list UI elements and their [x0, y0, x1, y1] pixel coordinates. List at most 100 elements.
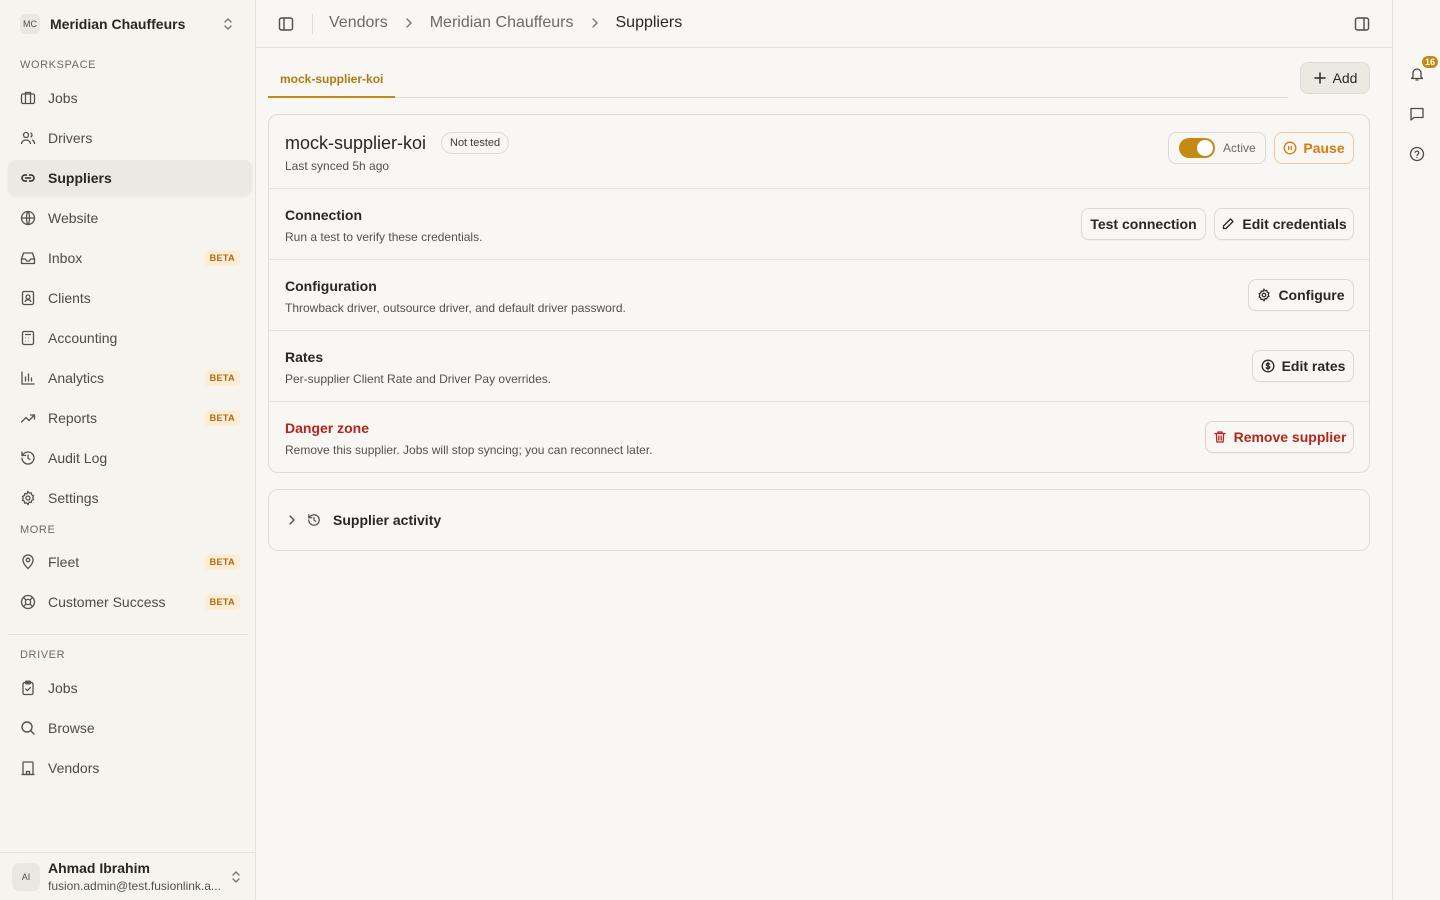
driver-nav: Jobs Browse Vendors [8, 670, 252, 790]
sidebar-item-reports[interactable]: Reports BETA [8, 400, 252, 436]
history-icon [307, 513, 321, 527]
active-toggle[interactable]: Active [1168, 132, 1266, 164]
remove-supplier-button[interactable]: Remove supplier [1205, 421, 1354, 453]
help-icon[interactable] [1407, 144, 1427, 164]
org-name: Meridian Chauffeurs [50, 16, 186, 32]
switch-knob [1197, 140, 1213, 156]
sidebar-item-vendors[interactable]: Vendors [8, 750, 252, 786]
more-nav: Fleet BETA Customer Success BETA [8, 544, 252, 624]
building-icon [20, 760, 36, 776]
beta-badge: BETA [204, 594, 240, 610]
active-switch[interactable] [1179, 138, 1215, 158]
breadcrumb-org[interactable]: Meridian Chauffeurs [430, 14, 574, 32]
inbox-icon [20, 250, 36, 266]
chevrons-up-down-icon [228, 869, 244, 885]
sidebar-item-label: Clients [48, 290, 91, 306]
sidebar-item-label: Drivers [48, 130, 93, 146]
right-panel-toggle-icon[interactable] [1352, 14, 1372, 34]
edit-credentials-button[interactable]: Edit credentials [1214, 208, 1354, 240]
tab-mock-supplier-koi[interactable]: mock-supplier-koi [268, 62, 396, 98]
sidebar-item-inbox[interactable]: Inbox BETA [8, 240, 252, 276]
supplier-tabs: mock-supplier-koi [268, 62, 1288, 98]
pencil-icon [1221, 217, 1235, 231]
sidebar-item-label: Customer Success [48, 594, 166, 610]
sidebar-item-browse[interactable]: Browse [8, 710, 252, 746]
sidebar-item-fleet[interactable]: Fleet BETA [8, 544, 252, 580]
edit-credentials-label: Edit credentials [1242, 216, 1347, 232]
top-bar: Vendors Meridian Chauffeurs Suppliers [256, 0, 1392, 48]
sidebar-item-analytics[interactable]: Analytics BETA [8, 360, 252, 396]
breadcrumb-current: Suppliers [615, 14, 683, 31]
sidebar-item-suppliers[interactable]: Suppliers [8, 160, 252, 196]
configure-button[interactable]: Configure [1248, 279, 1354, 311]
connection-title: Connection [285, 207, 362, 223]
danger-zone-title: Danger zone [285, 420, 370, 436]
user-menu[interactable]: AI Ahmad Ibrahim fusion.admin@test.fusio… [0, 852, 256, 900]
danger-zone-section: Danger zone Remove this supplier. Jobs w… [269, 402, 1369, 472]
rates-section: Rates Per-supplier Client Rate and Drive… [269, 331, 1369, 402]
sidebar-item-label: Settings [48, 490, 99, 506]
sidebar-item-clients[interactable]: Clients [8, 280, 252, 316]
connection-section: Connection Run a test to verify these cr… [269, 189, 1369, 260]
sidebar-item-jobs[interactable]: Jobs [8, 80, 252, 116]
pause-button[interactable]: Pause [1274, 132, 1354, 164]
sidebar-item-label: Analytics [48, 370, 105, 386]
sidebar-item-label: Browse [48, 720, 95, 736]
chevron-right-icon [402, 16, 416, 30]
workspace-nav: Jobs Drivers Suppliers Website Inbox BET… [8, 80, 252, 520]
pause-icon [1283, 141, 1297, 155]
sidebar-item-drivers[interactable]: Drivers [8, 120, 252, 156]
sidebar-item-label: Website [48, 210, 99, 226]
sidebar-item-accounting[interactable]: Accounting [8, 320, 252, 356]
test-connection-button[interactable]: Test connection [1081, 208, 1206, 240]
edit-rates-label: Edit rates [1281, 358, 1346, 374]
configuration-desc: Throwback driver, outsource driver, and … [285, 301, 626, 315]
beta-badge: BETA [204, 410, 240, 426]
supplier-activity-toggle[interactable]: Supplier activity [268, 489, 1370, 551]
configuration-section: Configuration Throwback driver, outsourc… [269, 260, 1369, 331]
sidebar-item-label: Suppliers [48, 170, 112, 186]
add-supplier-button[interactable]: Add [1300, 62, 1370, 94]
configuration-title: Configuration [285, 278, 377, 294]
sidebar-item-label: Inbox [48, 250, 83, 266]
briefcase-icon [20, 90, 36, 106]
gear-icon [1257, 288, 1271, 302]
connection-desc: Run a test to verify these credentials. [285, 230, 483, 244]
beta-badge: BETA [204, 250, 240, 266]
sidebar-item-audit-log[interactable]: Audit Log [8, 440, 252, 476]
user-info: Ahmad Ibrahim fusion.admin@test.fusionli… [48, 860, 228, 893]
supplier-activity-label: Supplier activity [333, 512, 442, 528]
sidebar-item-settings[interactable]: Settings [8, 480, 252, 516]
users-icon [20, 130, 36, 146]
trash-icon [1213, 430, 1227, 444]
search-icon [20, 720, 36, 736]
add-label: Add [1332, 70, 1358, 86]
active-label: Active [1223, 141, 1256, 155]
status-badge: Not tested [441, 132, 510, 154]
sidebar-item-customer-success[interactable]: Customer Success BETA [8, 584, 252, 620]
sidebar-item-website[interactable]: Website [8, 200, 252, 236]
edit-rates-button[interactable]: Edit rates [1252, 350, 1354, 382]
gear-icon [20, 490, 36, 506]
sidebar-item-label: Jobs [48, 90, 78, 106]
sidebar-item-label: Reports [48, 410, 98, 426]
breadcrumb-vendors[interactable]: Vendors [329, 14, 388, 32]
sidebar-item-driver-jobs[interactable]: Jobs [8, 670, 252, 706]
org-avatar: MC [20, 14, 40, 34]
rates-desc: Per-supplier Client Rate and Driver Pay … [285, 372, 552, 386]
sidebar-toggle-icon[interactable] [276, 14, 296, 34]
sidebar-item-label: Fleet [48, 554, 80, 570]
org-switcher[interactable]: MC Meridian Chauffeurs [8, 8, 248, 40]
header-divider [312, 14, 313, 34]
supplier-card-header: mock-supplier-koi Not tested Last synced… [269, 115, 1369, 189]
section-label-driver: DRIVER [20, 649, 66, 661]
history-icon [20, 450, 36, 466]
dollar-circle-icon [1261, 359, 1275, 373]
user-email: fusion.admin@test.fusionlink.a... [48, 879, 221, 893]
sidebar-item-label: Vendors [48, 760, 100, 776]
pause-label: Pause [1303, 140, 1345, 156]
breadcrumb: Vendors Meridian Chauffeurs Suppliers [329, 14, 682, 32]
section-label-more: MORE [20, 524, 56, 536]
message-icon[interactable] [1407, 104, 1427, 124]
lifebuoy-icon [20, 594, 36, 610]
